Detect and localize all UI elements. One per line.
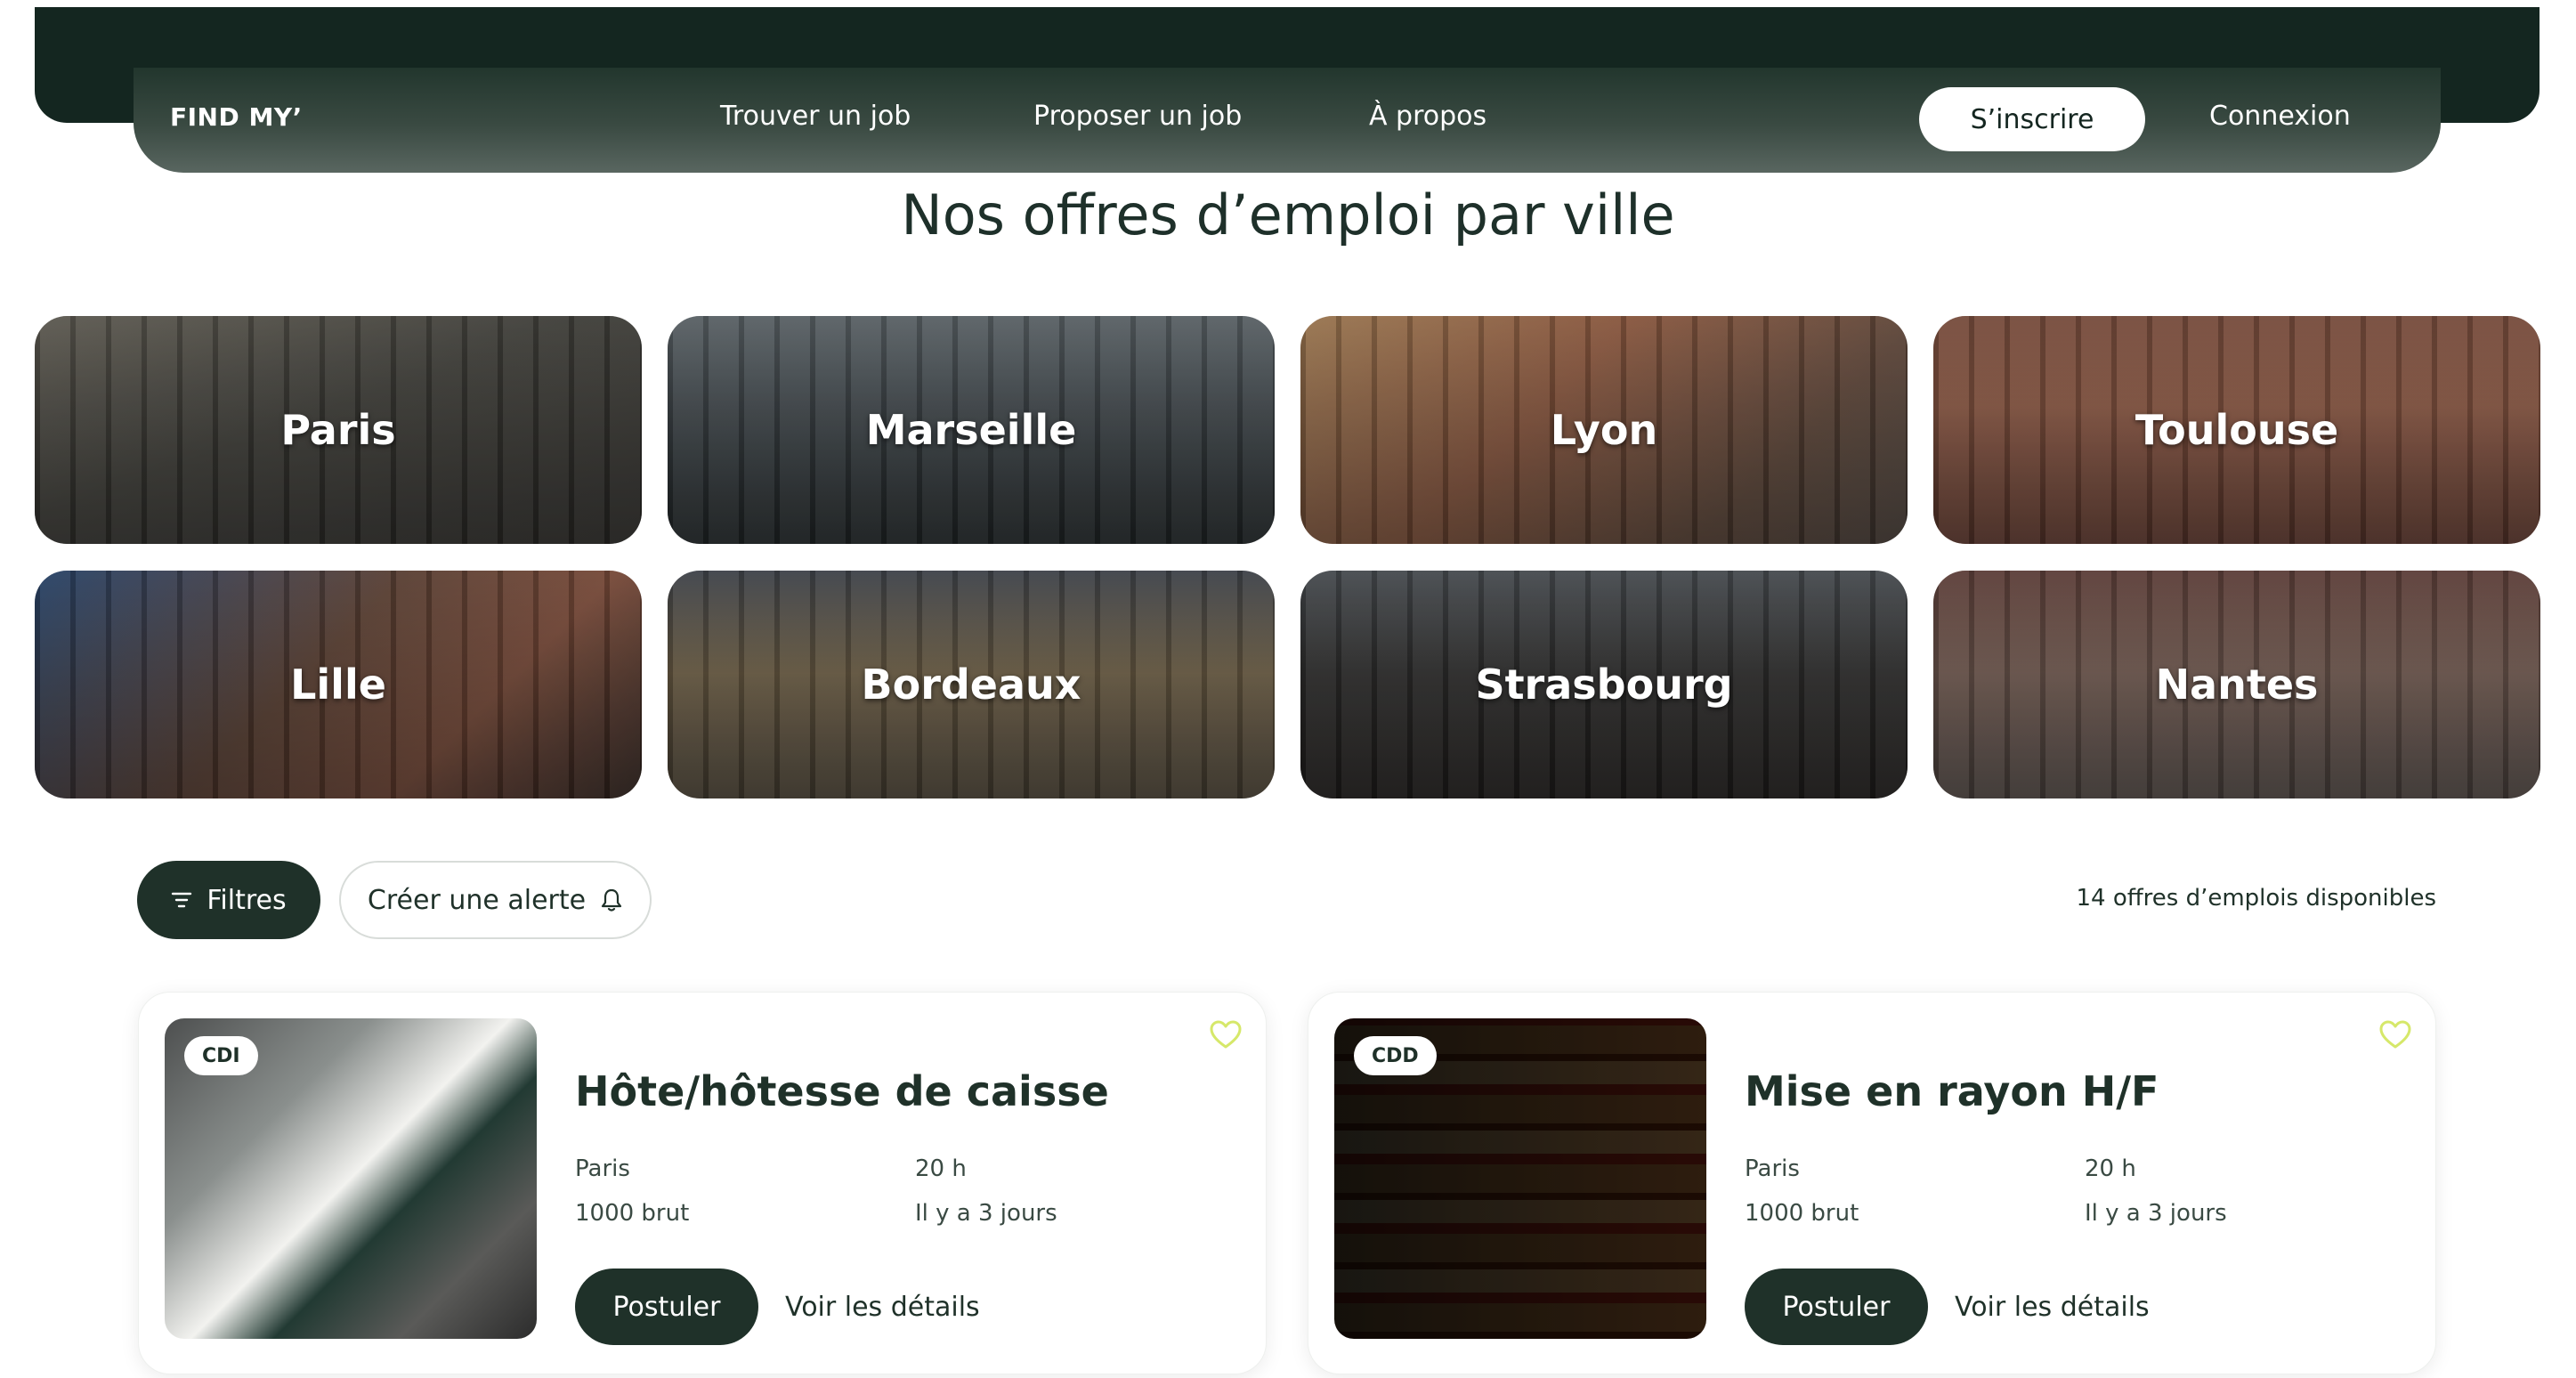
job-hours: 20 h: [2085, 1155, 2136, 1182]
city-tile-toulouse[interactable]: Toulouse: [1933, 316, 2540, 544]
city-tile-bordeaux[interactable]: Bordeaux: [668, 571, 1275, 798]
job-hours: 20 h: [915, 1155, 967, 1182]
job-city: Paris: [575, 1155, 630, 1182]
heart-icon[interactable]: [1209, 1019, 1243, 1050]
job-image: CDI: [165, 1018, 537, 1339]
bell-icon: [601, 888, 622, 912]
city-tile-nantes[interactable]: Nantes: [1933, 571, 2540, 798]
city-tile-marseille[interactable]: Marseille: [668, 316, 1275, 544]
alert-label: Créer une alerte: [367, 884, 587, 916]
city-name: Lille: [290, 661, 386, 709]
nav-find-job[interactable]: Trouver un job: [720, 101, 911, 132]
view-details-link[interactable]: Voir les détails: [785, 1292, 980, 1323]
job-salary: 1000 brut: [575, 1200, 690, 1227]
job-card: CDI Hôte/hôtesse de caisse Paris 1000 br…: [138, 992, 1267, 1374]
nav-about[interactable]: À propos: [1369, 101, 1486, 132]
apply-button[interactable]: Postuler: [575, 1269, 758, 1345]
nav-post-job[interactable]: Proposer un job: [1033, 101, 1242, 132]
city-name: Nantes: [2155, 661, 2319, 709]
job-card: CDD Mise en rayon H/F Paris 1000 brut 20…: [1308, 992, 2436, 1374]
city-name: Strasbourg: [1475, 661, 1733, 709]
view-details-link[interactable]: Voir les détails: [1955, 1292, 2150, 1323]
login-link[interactable]: Connexion: [2209, 101, 2351, 132]
city-tile-lyon[interactable]: Lyon: [1300, 316, 1908, 544]
city-grid: Paris Marseille Lyon Toulouse Lille Bord…: [35, 316, 2540, 798]
city-name: Paris: [280, 406, 396, 454]
job-image: CDD: [1334, 1018, 1706, 1339]
job-salary: 1000 brut: [1745, 1200, 1859, 1227]
city-tile-lille[interactable]: Lille: [35, 571, 642, 798]
filters-button[interactable]: Filtres: [137, 861, 320, 939]
top-navbar: FIND MY’ Trouver un job Proposer un job …: [134, 68, 2441, 173]
heart-icon[interactable]: [2378, 1019, 2412, 1050]
offers-count: 14 offres d’emplois disponibles: [2076, 885, 2436, 912]
job-city: Paris: [1745, 1155, 1800, 1182]
job-title[interactable]: Hôte/hôtesse de caisse: [575, 1067, 1109, 1115]
job-title[interactable]: Mise en rayon H/F: [1745, 1067, 2159, 1115]
city-tile-paris[interactable]: Paris: [35, 316, 642, 544]
signup-button[interactable]: S’inscrire: [1919, 87, 2145, 151]
filter-icon: [172, 892, 192, 908]
job-posted: Il y a 3 jours: [2085, 1200, 2227, 1227]
city-name: Marseille: [865, 406, 1077, 454]
contract-badge: CDI: [184, 1036, 258, 1075]
city-tile-strasbourg[interactable]: Strasbourg: [1300, 571, 1908, 798]
page-title: Nos offres d’emploi par ville: [901, 182, 1675, 247]
city-name: Bordeaux: [861, 661, 1081, 709]
create-alert-button[interactable]: Créer une alerte: [339, 861, 652, 939]
city-name: Lyon: [1550, 406, 1658, 454]
filters-label: Filtres: [207, 884, 287, 916]
job-posted: Il y a 3 jours: [915, 1200, 1057, 1227]
apply-button[interactable]: Postuler: [1745, 1269, 1928, 1345]
city-name: Toulouse: [2135, 406, 2339, 454]
brand-logo[interactable]: FIND MY’: [170, 102, 303, 132]
contract-badge: CDD: [1354, 1036, 1437, 1075]
